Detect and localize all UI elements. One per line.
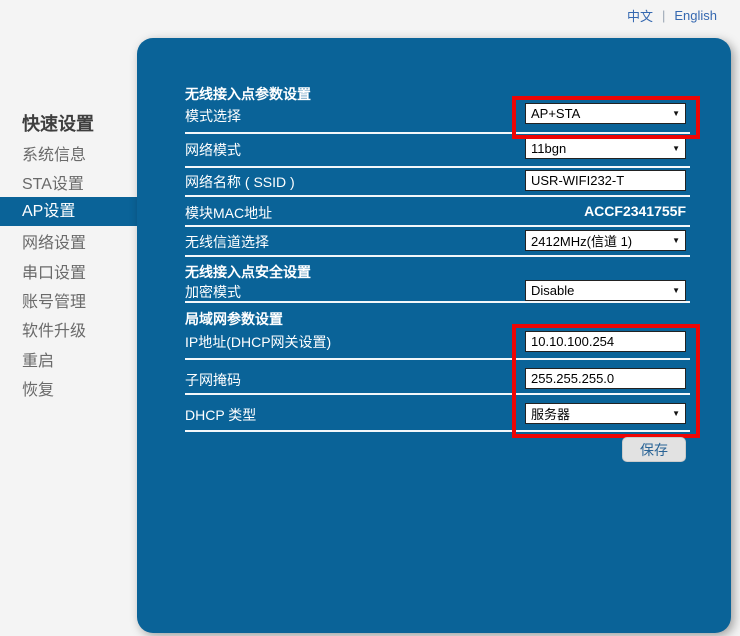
lang-english-link[interactable]: English — [674, 8, 717, 23]
sidebar-item-system-info[interactable]: 系统信息 — [0, 141, 137, 170]
channel-select[interactable]: 2412MHz(信道 1) ▼ — [525, 230, 686, 251]
ip-address-label: IP地址(DHCP网关设置) — [185, 332, 331, 352]
ip-address-input[interactable] — [525, 331, 686, 352]
chevron-down-icon: ▼ — [672, 145, 680, 153]
channel-select-value: 2412MHz(信道 1) — [531, 231, 632, 250]
network-mode-select[interactable]: 11bgn ▼ — [525, 138, 686, 159]
dhcp-type-label: DHCP 类型 — [185, 405, 256, 425]
row-divider — [185, 430, 690, 432]
chevron-down-icon: ▼ — [672, 237, 680, 245]
row-divider — [185, 225, 690, 227]
row-divider — [185, 358, 690, 360]
netmask-label: 子网掩码 — [185, 370, 241, 390]
mac-address-label: 模块MAC地址 — [185, 203, 272, 223]
sidebar-item-restore[interactable]: 恢复 — [0, 376, 137, 405]
sidebar-menu: 快速设置 系统信息 STA设置 AP设置 网络设置 串口设置 账号管理 软件升级… — [0, 0, 137, 636]
lang-separator: | — [662, 8, 665, 23]
sidebar-item-serial-settings[interactable]: 串口设置 — [0, 259, 137, 288]
section-title-ap-params: 无线接入点参数设置 — [185, 84, 311, 104]
ssid-input[interactable] — [525, 170, 686, 191]
row-divider — [185, 195, 690, 197]
channel-label: 无线信道选择 — [185, 232, 269, 252]
sidebar-item-sta-settings[interactable]: STA设置 — [0, 170, 137, 199]
chevron-down-icon: ▼ — [672, 287, 680, 295]
language-switcher: 中文 | English — [627, 6, 717, 25]
sidebar-item-ap-settings[interactable]: AP设置 — [0, 197, 137, 226]
lang-chinese-link[interactable]: 中文 — [627, 6, 653, 25]
ssid-label: 网络名称 ( SSID ) — [185, 172, 295, 192]
chevron-down-icon: ▼ — [672, 410, 680, 418]
encryption-label: 加密模式 — [185, 282, 241, 302]
sidebar-item-firmware-upgrade[interactable]: 软件升级 — [0, 317, 137, 346]
row-divider — [185, 132, 690, 134]
mode-select[interactable]: AP+STA ▼ — [525, 103, 686, 124]
section-title-security: 无线接入点安全设置 — [185, 262, 311, 282]
mode-select-value: AP+STA — [531, 106, 580, 121]
row-divider — [185, 166, 690, 168]
save-button[interactable]: 保存 — [622, 437, 686, 462]
section-title-lan: 局域网参数设置 — [185, 309, 283, 329]
dhcp-type-select[interactable]: 服务器 ▼ — [525, 403, 686, 424]
row-divider — [185, 301, 690, 303]
mac-address-value: ACCF2341755F — [584, 203, 686, 219]
encryption-select-value: Disable — [531, 283, 574, 298]
ap-settings-page: { "header": { "lang_zh": "中文", "separato… — [0, 0, 740, 636]
sidebar-item-restart[interactable]: 重启 — [0, 347, 137, 376]
mode-label: 模式选择 — [185, 106, 241, 126]
row-divider — [185, 255, 690, 257]
netmask-input[interactable] — [525, 368, 686, 389]
network-mode-label: 网络模式 — [185, 140, 241, 160]
ap-settings-panel: 无线接入点参数设置 模式选择 AP+STA ▼ 网络模式 11bgn ▼ 网络名… — [137, 38, 731, 633]
dhcp-type-select-value: 服务器 — [531, 404, 570, 423]
sidebar-item-network-settings[interactable]: 网络设置 — [0, 229, 137, 258]
network-mode-select-value: 11bgn — [531, 141, 566, 156]
chevron-down-icon: ▼ — [672, 110, 680, 118]
encryption-select[interactable]: Disable ▼ — [525, 280, 686, 301]
sidebar-item-account-management[interactable]: 账号管理 — [0, 288, 137, 317]
row-divider — [185, 393, 690, 395]
sidebar-item-quick-setup[interactable]: 快速设置 — [0, 110, 137, 139]
